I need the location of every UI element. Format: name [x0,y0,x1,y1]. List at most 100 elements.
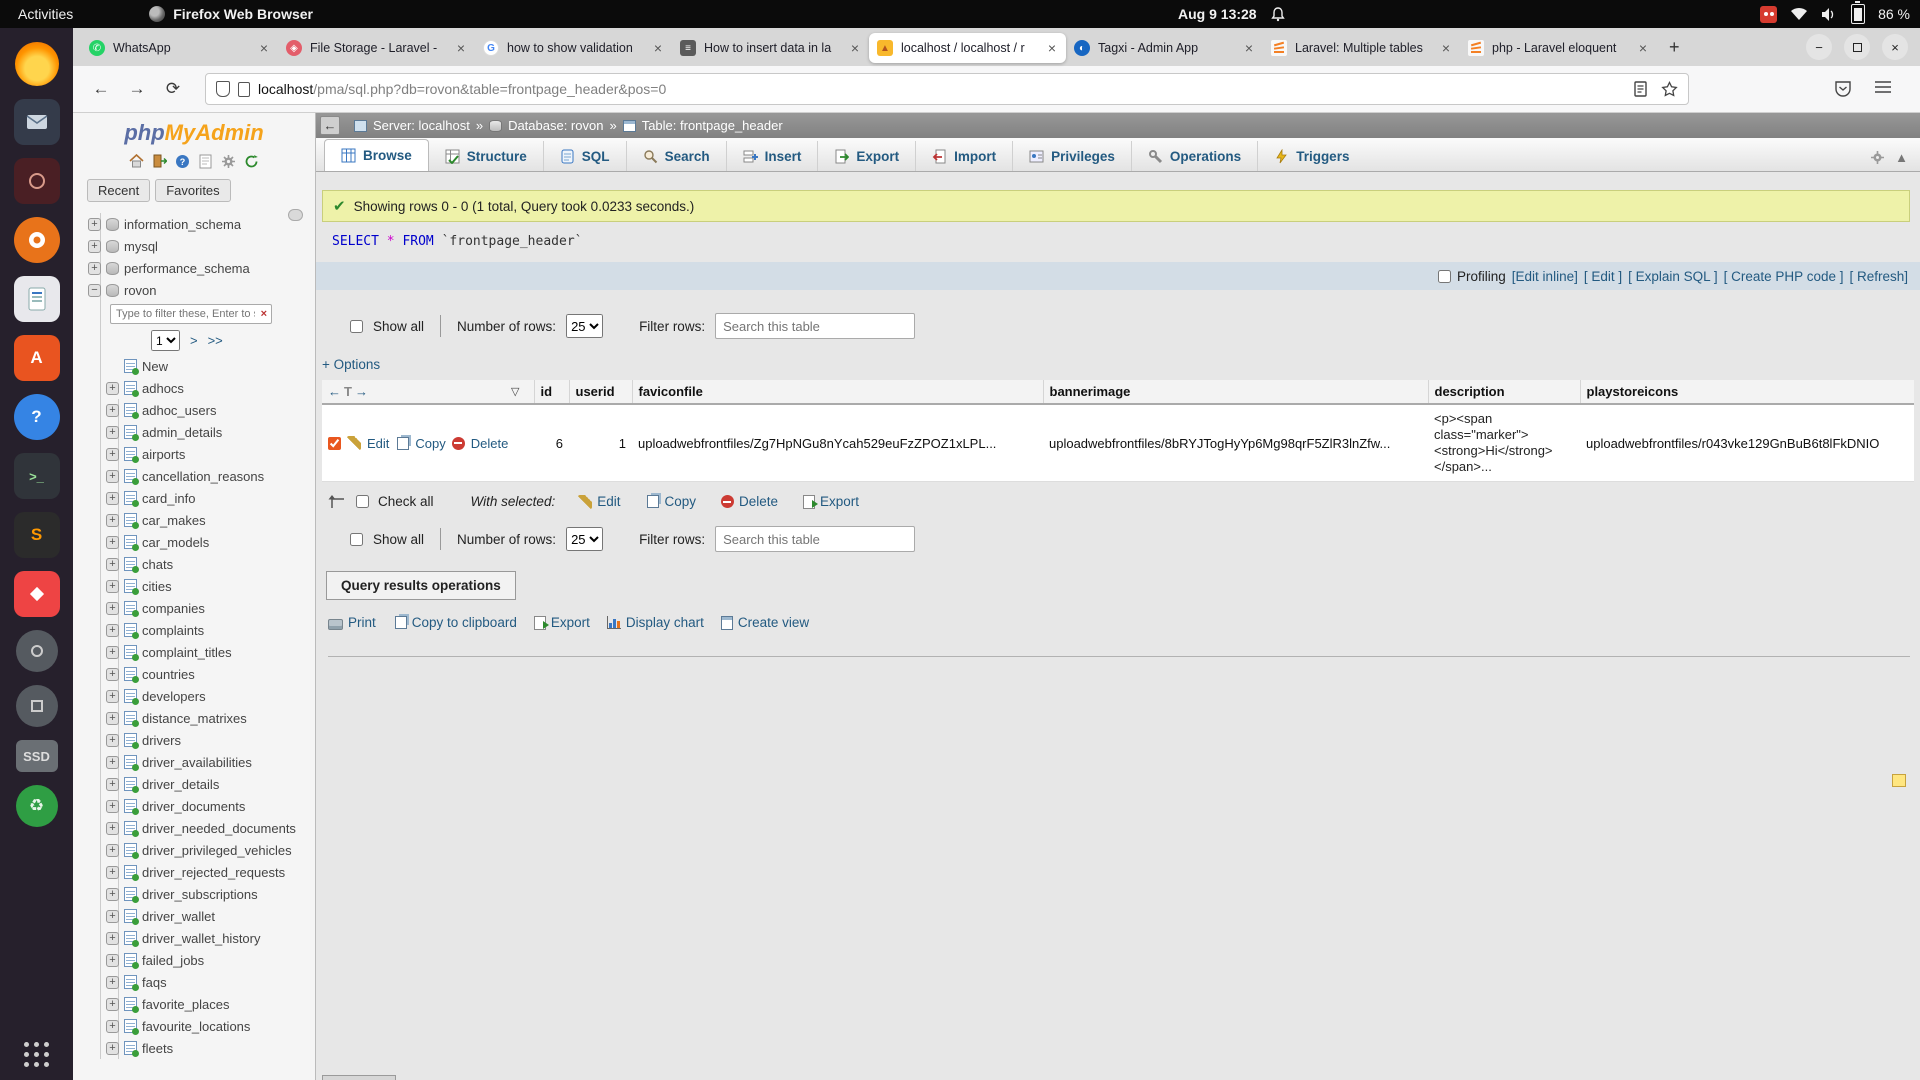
expand-icon[interactable]: + [106,514,119,527]
browser-tab-laravel-tables[interactable]: Laravel: Multiple tables × [1263,33,1460,63]
system-status-area[interactable]: 86 % [1760,4,1910,24]
row-edit-link[interactable]: Edit [367,436,389,451]
expand-icon[interactable]: + [106,888,119,901]
tab-sql[interactable]: SQL [544,141,627,171]
pocket-icon[interactable] [1834,80,1852,98]
expand-icon[interactable]: + [106,558,119,571]
tree-table-item[interactable]: + distance_matrixes [73,707,315,729]
tab-close-icon[interactable]: × [1440,40,1452,56]
num-rows-select[interactable]: 25 [566,314,603,338]
filter-rows-input[interactable] [715,313,915,339]
dock-terminal-icon[interactable]: >_ [14,453,60,499]
back-button[interactable]: ← [87,75,115,103]
expand-icon[interactable]: + [106,382,119,395]
logout-door-icon[interactable] [152,153,168,169]
num-rows-select[interactable]: 25 [566,527,603,551]
tree-table-item[interactable]: + driver_documents [73,795,315,817]
tab-close-icon[interactable]: × [1046,40,1058,56]
tree-table-item[interactable]: + fleets [73,1037,315,1059]
expand-icon[interactable]: + [106,712,119,725]
expand-icon[interactable]: + [106,536,119,549]
reload-button[interactable]: ⟳ [159,75,187,103]
tree-table-item[interactable]: + driver_wallet_history [73,927,315,949]
tree-table-item[interactable]: + chats [73,553,315,575]
create-view-link[interactable]: Create view [721,615,809,630]
tree-table-item[interactable]: + companies [73,597,315,619]
tree-table-item[interactable]: + driver_availabilities [73,751,315,773]
expand-icon[interactable]: + [106,1020,119,1033]
expand-icon[interactable]: + [106,404,119,417]
browser-tab-tagxi[interactable]: ◐ Tagxi - Admin App × [1066,33,1263,63]
activities-button[interactable]: Activities [0,6,91,22]
move-columns-right-icon[interactable]: → [355,384,368,399]
tree-db-rovon[interactable]: − rovon [73,279,315,301]
page-settings-gear-icon[interactable] [1870,150,1885,165]
expand-icon[interactable]: + [106,778,119,791]
expand-icon[interactable]: + [106,998,119,1011]
tab-operations[interactable]: Operations [1132,141,1258,171]
edit-link[interactable]: [ Edit ] [1584,269,1622,284]
browser-tab-file-storage[interactable]: ◈ File Storage - Laravel - × [278,33,475,63]
tab-search[interactable]: Search [627,141,727,171]
tree-table-item[interactable]: + admin_details [73,421,315,443]
expand-icon[interactable]: + [106,976,119,989]
expand-icon[interactable]: + [106,580,119,593]
dock-help-icon[interactable]: ? [14,394,60,440]
tree-table-item[interactable]: + driver_details [73,773,315,795]
expand-icon[interactable]: + [106,822,119,835]
expand-icon[interactable]: + [106,602,119,615]
tree-table-item[interactable]: + developers [73,685,315,707]
dock-software-icon[interactable]: A [14,335,60,381]
tree-table-item[interactable]: + cancellation_reasons [73,465,315,487]
tree-filter-input[interactable] [110,304,272,324]
show-all-checkbox[interactable] [350,533,363,546]
tree-table-item[interactable]: + favorite_places [73,993,315,1015]
favorites-dropdown[interactable]: Favorites [155,179,230,202]
dock-app-icon[interactable] [14,158,60,204]
tree-table-item[interactable]: + cities [73,575,315,597]
row-delete-link[interactable]: Delete [471,436,509,451]
reader-mode-icon[interactable] [1634,81,1647,97]
note-anchor-icon[interactable] [1892,774,1906,787]
focused-app-menu[interactable]: Firefox Web Browser [149,6,313,22]
tree-table-item[interactable]: + driver_needed_documents [73,817,315,839]
dock-app-diamond-icon[interactable] [14,571,60,617]
col-header-playstoreicons[interactable]: playstoreicons [1580,380,1914,404]
row-copy-link[interactable]: Copy [415,436,445,451]
console-toggle[interactable]: Console [322,1075,396,1080]
tree-page-select[interactable]: 1 [151,330,180,351]
col-header-id[interactable]: id [534,380,569,404]
tab-browse[interactable]: Browse [324,139,429,171]
copy-to-clipboard-link[interactable]: Copy to clipboard [393,615,517,630]
forward-button[interactable]: → [123,75,151,103]
tree-table-item[interactable]: + favourite_locations [73,1015,315,1037]
expand-icon[interactable]: + [106,800,119,813]
expand-icon[interactable]: + [106,668,119,681]
show-applications-icon[interactable] [24,1042,50,1068]
col-header-userid[interactable]: userid [569,380,632,404]
tree-db-performance-schema[interactable]: + performance_schema [73,257,315,279]
tree-table-item[interactable]: + complaints [73,619,315,641]
expand-icon[interactable]: + [106,426,119,439]
tree-db-mysql[interactable]: + mysql [73,235,315,257]
browser-tab-validation[interactable]: G how to show validation × [475,33,672,63]
expand-icon[interactable]: + [106,448,119,461]
expand-icon[interactable]: + [106,624,119,637]
tab-close-icon[interactable]: × [1637,40,1649,56]
tree-table-item[interactable]: + drivers [73,729,315,751]
column-controls-header[interactable]: ← T → ▽ [322,380,534,404]
tree-table-item[interactable]: + adhoc_users [73,399,315,421]
with-selected-copy[interactable]: Copy [645,494,696,509]
expand-icon[interactable]: + [106,1042,119,1055]
home-icon[interactable] [129,153,145,169]
tab-structure[interactable]: Structure [429,141,544,171]
col-header-description[interactable]: description [1428,380,1580,404]
minimize-button[interactable]: − [1806,34,1832,60]
print-link[interactable]: Print [328,615,376,630]
expand-icon[interactable]: + [106,844,119,857]
expand-icon[interactable]: + [88,218,101,231]
tab-close-icon[interactable]: × [849,40,861,56]
recent-dropdown[interactable]: Recent [87,179,150,202]
browser-tab-whatsapp[interactable]: ✆ WhatsApp × [81,33,278,63]
clock[interactable]: Aug 9 13:28 [1178,6,1285,22]
